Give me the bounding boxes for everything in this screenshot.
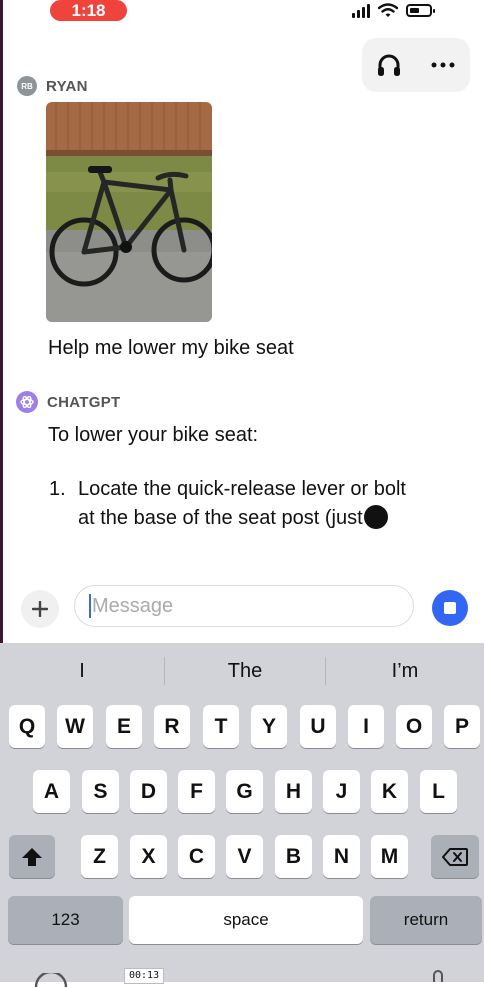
delete-key[interactable] xyxy=(431,835,479,878)
dictation-icon[interactable] xyxy=(431,970,445,982)
key-d[interactable]: D xyxy=(130,770,167,813)
key-x[interactable]: X xyxy=(130,835,167,878)
key-n[interactable]: N xyxy=(323,835,360,878)
user-message-header: RB RYAN xyxy=(17,76,88,96)
suggestion-3[interactable]: I’m xyxy=(326,643,484,699)
text-caret xyxy=(89,594,91,618)
backspace-icon xyxy=(442,847,468,866)
user-message-text: Help me lower my bike seat xyxy=(48,337,294,359)
key-b[interactable]: B xyxy=(275,835,312,878)
streaming-indicator-icon xyxy=(363,505,388,529)
stop-generating-button[interactable] xyxy=(432,590,468,626)
header-actions xyxy=(362,38,470,92)
message-input[interactable]: Message xyxy=(74,585,414,627)
signal-icon xyxy=(352,3,370,18)
key-c[interactable]: C xyxy=(178,835,215,878)
key-r[interactable]: R xyxy=(154,705,190,748)
key-j[interactable]: J xyxy=(323,770,360,813)
list-item-line-2: at the base of the seat post (just xyxy=(78,503,388,533)
key-s[interactable]: S xyxy=(82,770,119,813)
assistant-message-header: CHATGPT xyxy=(16,391,120,413)
space-key[interactable]: space xyxy=(129,896,363,944)
sender-name: RYAN xyxy=(46,77,88,95)
more-button[interactable] xyxy=(423,45,463,85)
key-e[interactable]: E xyxy=(106,705,142,748)
key-q[interactable]: Q xyxy=(9,705,45,748)
key-m[interactable]: M xyxy=(371,835,408,878)
assistant-intro-text: To lower your bike seat: xyxy=(48,424,259,446)
return-key[interactable]: return xyxy=(370,896,482,944)
status-bar: 1:18 xyxy=(0,0,484,26)
key-i[interactable]: I xyxy=(348,705,384,748)
headphones-button[interactable] xyxy=(369,45,409,85)
shift-key[interactable] xyxy=(9,835,55,878)
wifi-icon xyxy=(378,3,398,17)
battery-icon xyxy=(406,4,435,17)
key-u[interactable]: U xyxy=(300,705,336,748)
key-a[interactable]: A xyxy=(33,770,70,813)
bike-photo[interactable] xyxy=(46,102,212,322)
list-item-number: 1. xyxy=(49,478,66,500)
list-item-line: Locate the quick-release lever or bolt xyxy=(78,478,406,500)
headphones-icon xyxy=(378,54,400,76)
key-p[interactable]: P xyxy=(444,705,480,748)
more-icon xyxy=(431,62,455,68)
message-placeholder: Message xyxy=(92,594,174,617)
plus-icon xyxy=(32,601,48,617)
key-g[interactable]: G xyxy=(226,770,263,813)
emoji-icon[interactable] xyxy=(34,973,68,987)
sender-name: CHATGPT xyxy=(47,393,121,411)
key-v[interactable]: V xyxy=(226,835,263,878)
status-icons xyxy=(352,3,435,18)
list-item-line-2-text: at the base of the seat post (just xyxy=(78,507,363,529)
chatgpt-logo-icon xyxy=(16,391,38,413)
key-o[interactable]: O xyxy=(396,705,432,748)
key-t[interactable]: T xyxy=(203,705,239,748)
key-h[interactable]: H xyxy=(275,770,312,813)
key-l[interactable]: L xyxy=(420,770,457,813)
key-w[interactable]: W xyxy=(57,705,93,748)
numbers-key[interactable]: 123 xyxy=(8,896,123,944)
keyboard: I The I’m Q W E R T Y U I O P A S D F G … xyxy=(0,643,484,987)
stop-icon xyxy=(444,602,456,614)
key-f[interactable]: F xyxy=(178,770,215,813)
avatar: RB xyxy=(17,76,37,96)
key-y[interactable]: Y xyxy=(251,705,287,748)
key-k[interactable]: K xyxy=(371,770,408,813)
suggestion-1[interactable]: I xyxy=(0,643,164,699)
shift-icon xyxy=(22,847,42,866)
status-time: 1:18 xyxy=(50,0,127,21)
add-attachment-button[interactable] xyxy=(21,590,59,628)
key-z[interactable]: Z xyxy=(81,835,118,878)
suggestion-2[interactable]: The xyxy=(165,643,325,699)
